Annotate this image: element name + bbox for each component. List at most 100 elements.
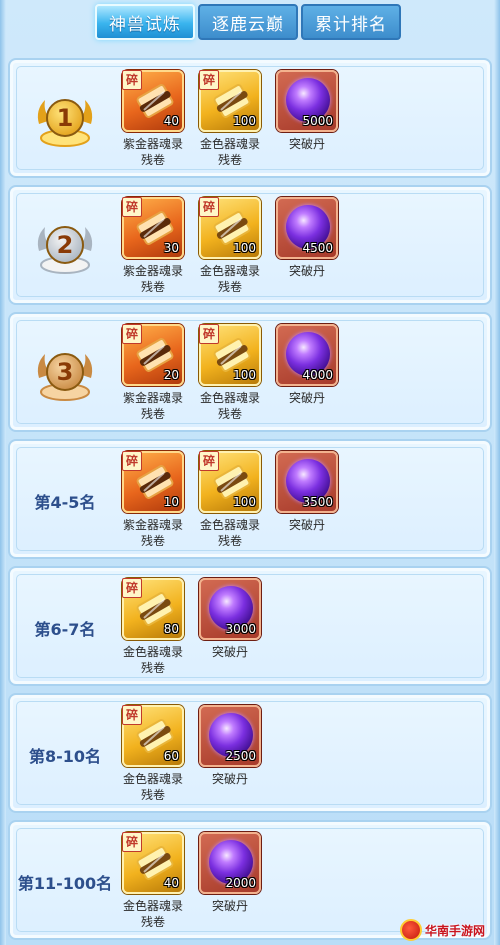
item-quantity: 30 <box>163 241 179 255</box>
reward-item-breakthrough-pill[interactable]: 4000 突破丹 <box>272 324 349 434</box>
reward-items: 碎 80 金色器魂录 残卷 3000 突破丹 <box>118 578 272 688</box>
reward-item-gold-scroll[interactable]: 碎 40 金色器魂录残卷 <box>118 832 195 942</box>
reward-items: 碎 20 紫金器魂录残卷 碎 100 金色器魂录 残卷 4000 突破丹 <box>118 324 349 434</box>
reward-row: 第4-5名 碎 10 紫金器魂录 残卷 碎 100 金色器魂录残卷 3500 突破丹 <box>8 439 492 559</box>
rank-label: 第8-10名 <box>28 747 102 766</box>
svg-text:2: 2 <box>57 231 74 259</box>
item-quantity: 100 <box>233 114 256 128</box>
reward-item-breakthrough-pill[interactable]: 3500 突破丹 <box>272 451 349 561</box>
gold-scroll-icon[interactable]: 碎 100 <box>199 451 261 513</box>
purple-gold-scroll-icon[interactable]: 碎 40 <box>122 70 184 132</box>
item-name-line1: 金色器魂录 <box>122 899 183 913</box>
purple-gold-scroll-icon[interactable]: 碎 10 <box>122 451 184 513</box>
watermark-text: 华南手游网 <box>425 923 486 938</box>
tab-cumulative-ranking[interactable]: 累计排名 <box>301 4 401 40</box>
item-quantity: 100 <box>233 241 256 255</box>
item-name: 紫金器魂录 残卷 <box>118 136 188 168</box>
item-name: 金色器魂录 残卷 <box>195 263 265 295</box>
fragment-badge: 碎 <box>122 70 142 90</box>
svg-text:3: 3 <box>57 358 74 386</box>
item-name: 金色器魂录 残卷 <box>118 644 188 676</box>
watermark-logo: 华南手游网 <box>400 917 496 943</box>
item-name-line2: 残卷 <box>217 534 242 548</box>
breakthrough-pill-icon[interactable]: 5000 <box>276 70 338 132</box>
reward-page: 神兽试炼 逐鹿云巅 累计排名 1 碎 40 紫金器魂录 残卷 碎 100 金色器魂录 残卷 5… <box>0 0 500 945</box>
item-quantity: 100 <box>233 368 256 382</box>
reward-item-purple-gold-scroll[interactable]: 碎 40 紫金器魂录 残卷 <box>118 70 195 180</box>
reward-items: 碎 40 紫金器魂录 残卷 碎 100 金色器魂录 残卷 5000 突破丹 <box>118 70 349 180</box>
tab-divine-beast-trial[interactable]: 神兽试炼 <box>95 4 195 40</box>
fragment-badge: 碎 <box>122 451 142 471</box>
reward-item-purple-gold-scroll[interactable]: 碎 30 紫金器魂录残卷 <box>118 197 195 307</box>
reward-item-breakthrough-pill[interactable]: 3000 突破丹 <box>195 578 272 688</box>
reward-item-gold-scroll[interactable]: 碎 100 金色器魂录 残卷 <box>195 197 272 307</box>
reward-row: 第8-10名 碎 60 金色器魂录残卷 2500 突破丹 <box>8 693 492 813</box>
breakthrough-pill-icon[interactable]: 4000 <box>276 324 338 386</box>
item-name-line1: 紫金器魂录 <box>122 391 183 405</box>
fragment-badge: 碎 <box>122 324 142 344</box>
gold-scroll-icon[interactable]: 碎 60 <box>122 705 184 767</box>
reward-item-breakthrough-pill[interactable]: 4500 突破丹 <box>272 197 349 307</box>
reward-item-purple-gold-scroll[interactable]: 碎 20 紫金器魂录残卷 <box>118 324 195 434</box>
item-name-line2: 残卷 <box>140 153 165 167</box>
rank-label: 第11-100名 <box>17 874 113 893</box>
item-name-line2: 残卷 <box>140 534 165 548</box>
item-name-line1: 金色器魂录 <box>199 518 260 532</box>
item-name: 金色器魂录 残卷 <box>195 517 265 549</box>
item-name: 突破丹 <box>195 644 265 660</box>
item-name-line1: 金色器魂录 <box>122 772 183 786</box>
item-name-line1: 突破丹 <box>211 899 248 913</box>
breakthrough-pill-icon[interactable]: 3500 <box>276 451 338 513</box>
breakthrough-pill-icon[interactable]: 3000 <box>199 578 261 640</box>
reward-item-gold-scroll[interactable]: 碎 100 金色器魂录 残卷 <box>195 324 272 434</box>
reward-item-purple-gold-scroll[interactable]: 碎 10 紫金器魂录 残卷 <box>118 451 195 561</box>
item-name-line1: 金色器魂录 <box>122 645 183 659</box>
gold-scroll-icon[interactable]: 碎 100 <box>199 324 261 386</box>
gold-scroll-icon[interactable]: 碎 40 <box>122 832 184 894</box>
gold-scroll-icon[interactable]: 碎 80 <box>122 578 184 640</box>
item-quantity: 2000 <box>225 876 256 890</box>
reward-item-gold-scroll[interactable]: 碎 100 金色器魂录 残卷 <box>195 70 272 180</box>
reward-item-breakthrough-pill[interactable]: 2000 突破丹 <box>195 832 272 942</box>
reward-row: 3 碎 20 紫金器魂录残卷 碎 100 金色器魂录 残卷 4000 突破丹 <box>8 312 492 432</box>
item-name-line2: 残卷 <box>140 915 165 929</box>
breakthrough-pill-icon[interactable]: 4500 <box>276 197 338 259</box>
item-name-line2: 残卷 <box>140 407 165 421</box>
rank-cell: 2 <box>10 202 120 292</box>
item-name-line2: 残卷 <box>217 280 242 294</box>
rank-cell: 第11-100名 <box>10 837 120 927</box>
fragment-badge: 碎 <box>199 197 219 217</box>
item-quantity: 40 <box>163 114 179 128</box>
reward-item-breakthrough-pill[interactable]: 5000 突破丹 <box>272 70 349 180</box>
item-name-line1: 突破丹 <box>211 772 248 786</box>
breakthrough-pill-icon[interactable]: 2000 <box>199 832 261 894</box>
item-name: 金色器魂录 残卷 <box>118 898 188 930</box>
item-name-line2: 残卷 <box>140 280 165 294</box>
fragment-badge: 碎 <box>122 705 142 725</box>
item-name: 突破丹 <box>272 517 342 533</box>
item-name-line1: 突破丹 <box>288 137 325 151</box>
breakthrough-pill-icon[interactable]: 2500 <box>199 705 261 767</box>
reward-item-breakthrough-pill[interactable]: 2500 突破丹 <box>195 705 272 815</box>
reward-item-gold-scroll[interactable]: 碎 80 金色器魂录 残卷 <box>118 578 195 688</box>
gold-scroll-icon[interactable]: 碎 100 <box>199 197 261 259</box>
purple-gold-scroll-icon[interactable]: 碎 30 <box>122 197 184 259</box>
item-name-line1: 紫金器魂录 <box>122 264 183 278</box>
reward-item-gold-scroll[interactable]: 碎 60 金色器魂录残卷 <box>118 705 195 815</box>
fragment-badge: 碎 <box>199 70 219 90</box>
right-frame-edge <box>494 0 500 945</box>
item-name: 紫金器魂录 残卷 <box>118 263 188 295</box>
item-name-line2: 残卷 <box>140 788 165 802</box>
purple-gold-scroll-icon[interactable]: 碎 20 <box>122 324 184 386</box>
item-quantity: 2500 <box>225 749 256 763</box>
svg-text:1: 1 <box>57 104 74 132</box>
rank-cell: 第4-5名 <box>10 456 120 546</box>
item-quantity: 40 <box>163 876 179 890</box>
item-quantity: 4500 <box>302 241 333 255</box>
item-name: 突破丹 <box>195 898 265 914</box>
tab-cloud-summit[interactable]: 逐鹿云巅 <box>198 4 298 40</box>
gold-scroll-icon[interactable]: 碎 100 <box>199 70 261 132</box>
reward-item-gold-scroll[interactable]: 碎 100 金色器魂录残卷 <box>195 451 272 561</box>
item-name: 突破丹 <box>272 263 342 279</box>
item-name-line2: 残卷 <box>217 407 242 421</box>
